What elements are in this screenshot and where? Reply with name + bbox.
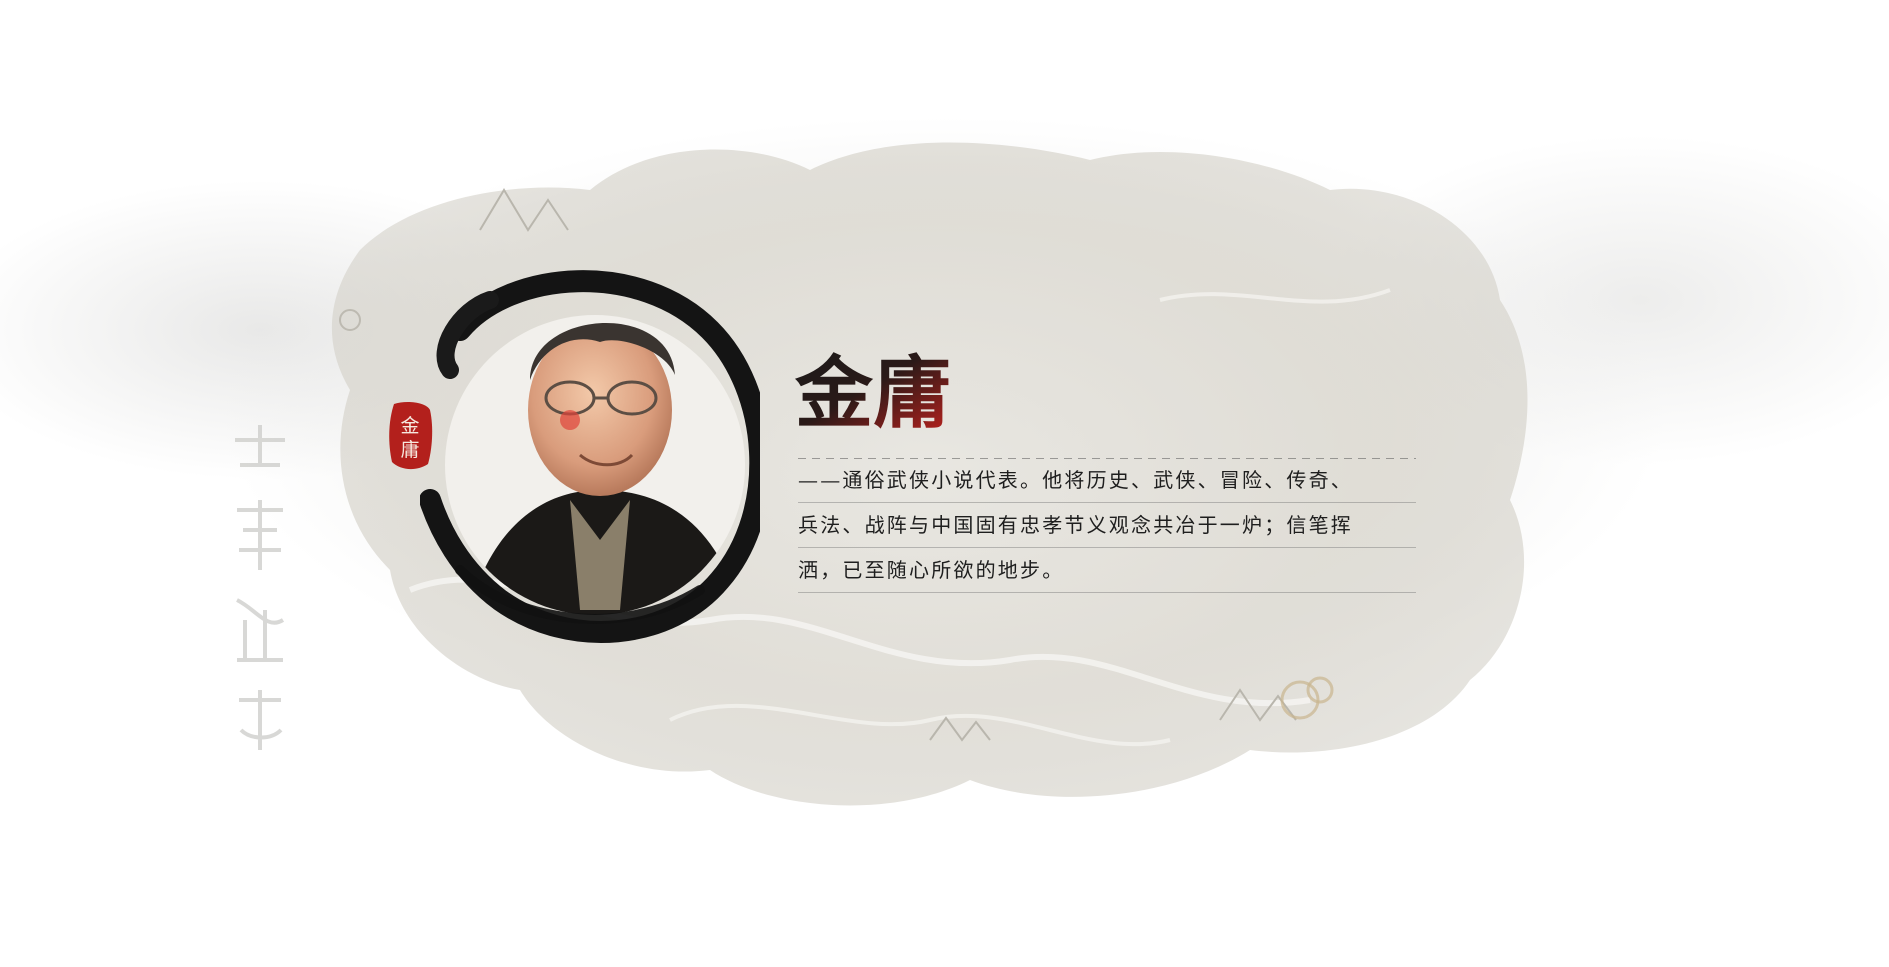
seal-char-1: 金 (400, 415, 419, 437)
description-line: 兵法、战阵与中国固有忠孝节义观念共冶于一炉；信笔挥 (798, 503, 1416, 548)
description-line: 洒，已至随心所欲的地步。 (798, 548, 1416, 593)
author-name-title: 金庸 (794, 348, 951, 439)
author-portrait (420, 270, 760, 643)
background-calligraphy (235, 425, 285, 750)
seal-char-2: 庸 (400, 439, 419, 461)
intro-panel: 金 庸 金庸 ——通俗武侠小说代表。他将历史、武侠、冒险、传奇、 兵法、战阵与中… (0, 0, 1889, 967)
author-name: 金庸 (794, 348, 951, 439)
name-seal-stamp: 金 庸 (389, 402, 433, 470)
description-line: ——通俗武侠小说代表。他将历史、武侠、冒险、传奇、 (798, 458, 1416, 503)
author-description: ——通俗武侠小说代表。他将历史、武侠、冒险、传奇、 兵法、战阵与中国固有忠孝节义… (798, 458, 1416, 593)
